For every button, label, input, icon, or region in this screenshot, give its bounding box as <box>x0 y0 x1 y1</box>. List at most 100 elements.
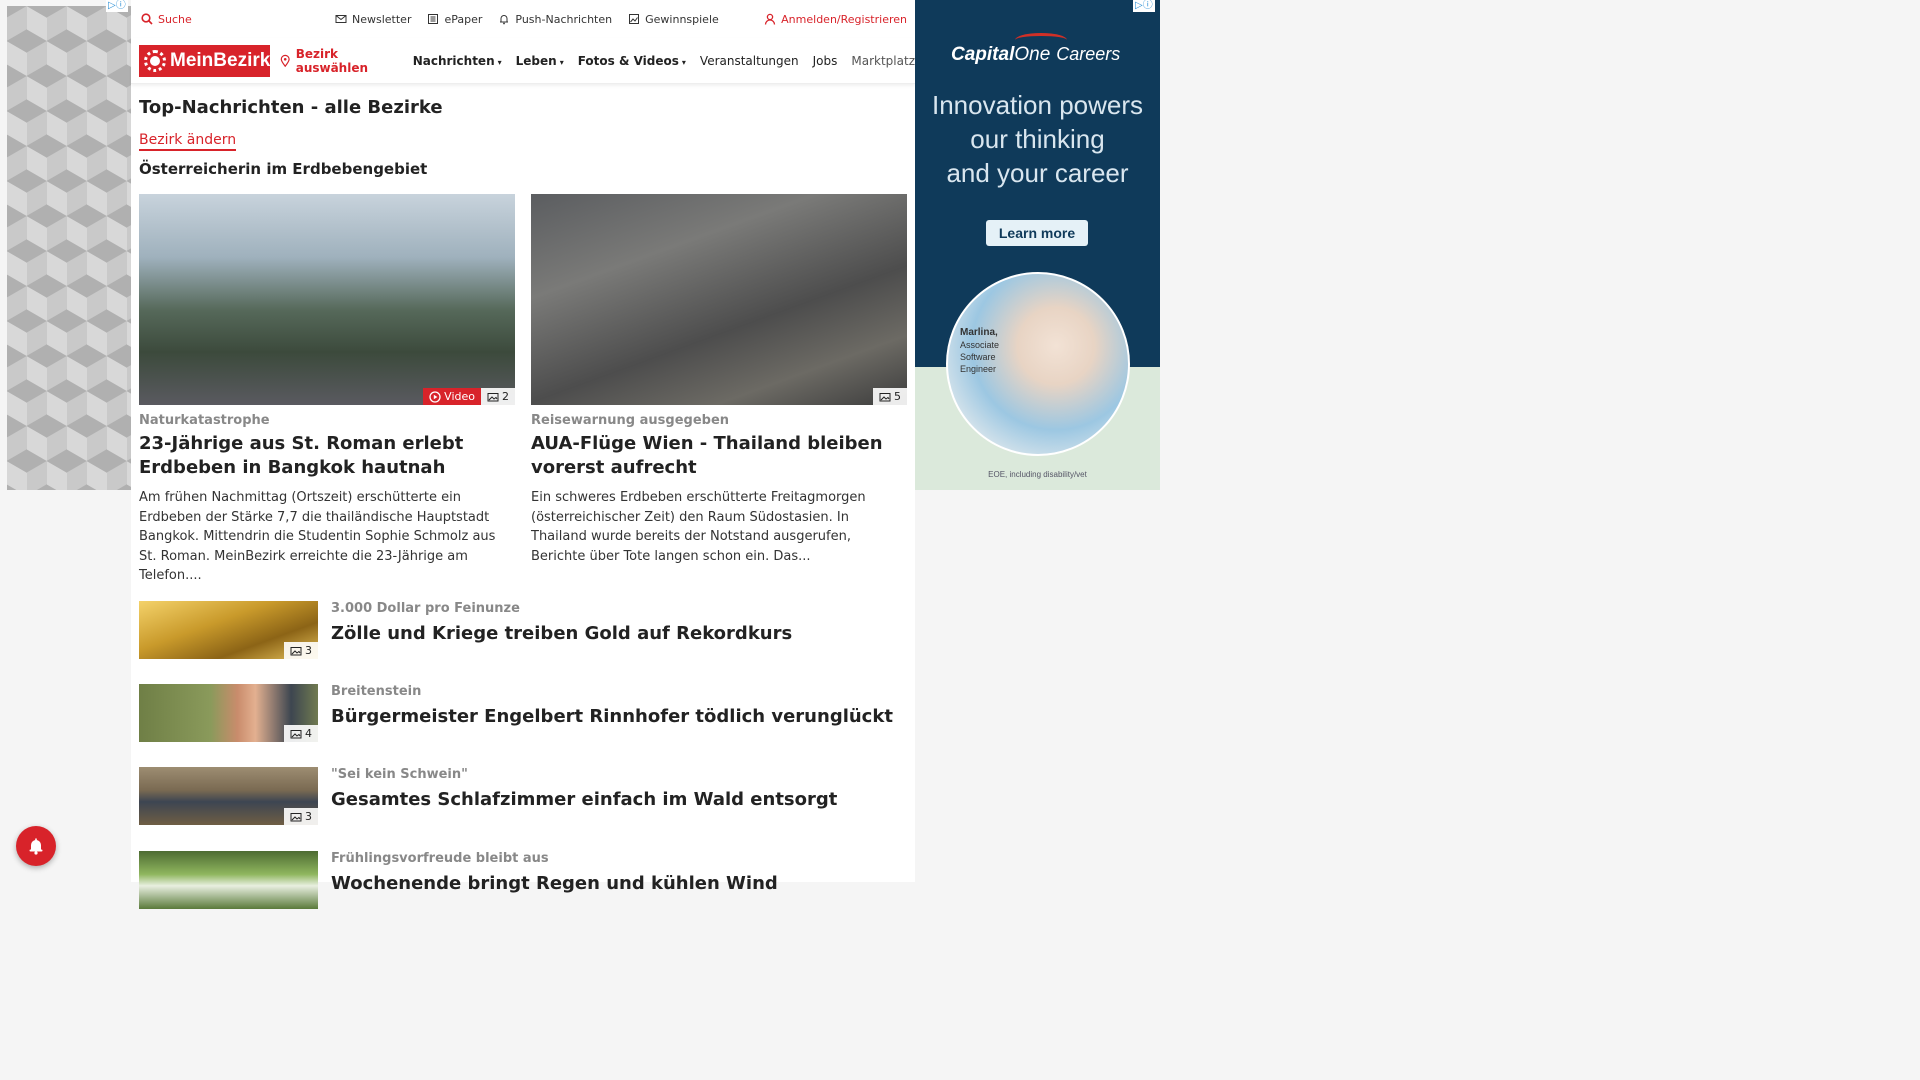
ad-tagline: Innovation powers our thinking and your … <box>915 88 1160 190</box>
search-link[interactable]: Suche <box>141 13 192 26</box>
media-badges: Video 2 <box>423 388 515 405</box>
nav-leben[interactable]: Leben ▾ <box>516 54 564 68</box>
article-headline[interactable]: Wochenende bringt Regen und kühlen Wind <box>331 873 778 894</box>
logo-text: MeinBezirk <box>170 49 271 71</box>
gift-icon <box>629 14 640 24</box>
search-icon <box>141 13 153 25</box>
article-list-item[interactable]: 3 3.000 Dollar pro Feinunze Zölle und Kr… <box>139 601 899 659</box>
article-teaser: Ein schweres Erdbeben erschütterte Freit… <box>531 490 866 564</box>
article-thumbnail[interactable]: 3 <box>139 767 318 825</box>
newsletter-link[interactable]: Newsletter <box>335 13 411 26</box>
photo-count: 3 <box>305 810 312 823</box>
article-kicker: "Sei kein Schwein" <box>331 767 468 782</box>
article-headline[interactable]: Bürgermeister Engelbert Rinnhofer tödlic… <box>331 706 893 727</box>
article-thumbnail[interactable] <box>139 851 318 909</box>
featured-article-card[interactable]: 5 Reisewarnung ausgegeben AUA-Flüge Wien… <box>531 194 907 566</box>
chevron-down-icon: ▾ <box>681 57 686 67</box>
login-link[interactable]: Anmelden/Registrieren <box>764 13 907 26</box>
gewinnspiele-label: Gewinnspiele <box>645 12 719 26</box>
nav-fotos-videos[interactable]: Fotos & Videos ▾ <box>578 54 686 68</box>
site-logo[interactable]: MeinBezirk <box>139 44 271 77</box>
article-kicker: Naturkatastrophe <box>139 413 270 428</box>
push-label: Push-Nachrichten <box>515 12 613 26</box>
gewinnspiele-link[interactable]: Gewinnspiele <box>628 13 719 26</box>
photo-count-badge: 5 <box>873 388 907 405</box>
brand-capital: Capital <box>951 44 1015 65</box>
nav-nachrichten[interactable]: Nachrichten ▾ <box>413 54 502 68</box>
logo-sun-icon <box>144 49 166 72</box>
employee-caption: Marlina, Associate Software Engineer <box>960 326 999 375</box>
article-list-item[interactable]: Frühlingsvorfreude bleibt aus Wochenende… <box>139 851 899 909</box>
newspaper-icon <box>428 14 439 24</box>
video-label: Video <box>444 390 475 403</box>
media-badges: 5 <box>873 388 907 405</box>
article-teaser: Am frühen Nachmittag (Ortszeit) erschütt… <box>139 490 496 583</box>
bezirk-select-label: Bezirk auswählen <box>295 46 369 75</box>
play-circle-icon <box>429 390 441 403</box>
nav-fotos-videos-label: Fotos & Videos <box>577 53 679 68</box>
nav-marktplatz[interactable]: Marktplatz <box>851 54 915 68</box>
nav-veranstaltungen[interactable]: Veranstaltungen <box>700 54 799 68</box>
employee-role-1: Associate <box>960 340 1000 350</box>
main-navigation: MeinBezirk Bezirk auswählen Nachrichten ▾… <box>131 38 915 84</box>
featured-article-card[interactable]: Video 2 Naturkatastrophe 23-Jährige aus … <box>139 194 515 586</box>
employee-role-3: Engineer <box>960 364 997 374</box>
article-list-item[interactable]: 4 Breitenstein Bürgermeister Engelbert R… <box>139 684 899 742</box>
nav-leben-label: Leben <box>515 53 557 68</box>
learn-more-button[interactable]: Learn more <box>986 220 1088 246</box>
article-headline[interactable]: 23-Jährige aus St. Roman erlebt Erdbeben… <box>139 432 515 480</box>
gallery-icon <box>290 812 302 821</box>
chevron-down-icon: ▾ <box>559 57 564 67</box>
location-pin-icon <box>281 54 291 67</box>
article-kicker: 3.000 Dollar pro Feinunze <box>331 601 520 616</box>
photo-count-badge: 4 <box>284 725 318 742</box>
ad-footer: EOE, including disability/vet <box>988 470 1087 479</box>
article-list-item[interactable]: 3 "Sei kein Schwein" Gesamtes Schlafzimm… <box>139 767 899 825</box>
ad-choices-icon[interactable]: ▷ⓘ <box>1133 0 1155 12</box>
brand-one: One <box>1014 44 1051 65</box>
photo-count: 2 <box>502 390 509 403</box>
left-skyscraper-ad[interactable] <box>7 6 131 490</box>
capital-one-ad[interactable]: CapitalOne Careers Innovation powers our… <box>915 0 1160 490</box>
article-thumbnail[interactable]: 3 <box>139 601 318 659</box>
utility-links: Newsletter ePaper Push-Nachrichten Gewin… <box>335 13 719 26</box>
section-title[interactable]: Österreicherin im Erdbebengebiet <box>139 160 427 178</box>
photo-count: 3 <box>305 644 312 657</box>
tagline-line-2: our thinking <box>970 124 1105 154</box>
page-title: Top-Nachrichten - alle Bezirke <box>139 97 443 118</box>
ad-choices-icon[interactable]: ▷ⓘ <box>106 0 128 12</box>
video-badge: Video <box>423 388 481 405</box>
gallery-icon <box>487 392 499 401</box>
article-headline[interactable]: AUA-Flüge Wien - Thailand bleiben vorers… <box>531 432 907 480</box>
tagline-line-1: Innovation powers <box>931 90 1144 120</box>
employee-name: Marlina, <box>960 327 998 338</box>
nav-nachrichten-label: Nachrichten <box>412 53 495 68</box>
article-image[interactable]: 5 <box>531 194 907 405</box>
photo-count-badge: 3 <box>284 808 318 825</box>
employee-portrait: Marlina, Associate Software Engineer <box>946 272 1130 456</box>
article-headline[interactable]: Gesamtes Schlafzimmer einfach im Wald en… <box>331 789 837 810</box>
gallery-icon <box>290 646 302 655</box>
top-utility-bar: Suche Newsletter ePaper Push-Nachrichten… <box>131 0 915 38</box>
epaper-link[interactable]: ePaper <box>427 13 482 26</box>
article-kicker: Breitenstein <box>331 684 422 699</box>
photo-count-badge: 2 <box>481 388 515 405</box>
bezirk-select-button[interactable]: Bezirk auswählen <box>280 47 398 75</box>
photo-count-badge: 3 <box>284 642 318 659</box>
bell-icon <box>29 838 43 855</box>
bezirk-change-link[interactable]: Bezirk ändern <box>139 132 237 151</box>
nav-jobs[interactable]: Jobs <box>813 54 838 68</box>
capital-one-logo: CapitalOne Careers <box>951 44 1120 66</box>
article-image[interactable]: Video 2 <box>139 194 515 405</box>
mail-icon <box>335 15 347 23</box>
user-icon <box>765 13 776 25</box>
article-kicker: Reisewarnung ausgegeben <box>531 413 730 428</box>
gallery-icon <box>290 729 302 738</box>
epaper-label: ePaper <box>444 12 483 26</box>
article-headline[interactable]: Zölle und Kriege treiben Gold auf Rekord… <box>331 623 792 644</box>
search-label: Suche <box>158 12 192 26</box>
article-thumbnail[interactable]: 4 <box>139 684 318 742</box>
photo-count: 5 <box>894 390 901 403</box>
notification-bell-button[interactable] <box>16 826 56 866</box>
push-link[interactable]: Push-Nachrichten <box>498 13 612 26</box>
